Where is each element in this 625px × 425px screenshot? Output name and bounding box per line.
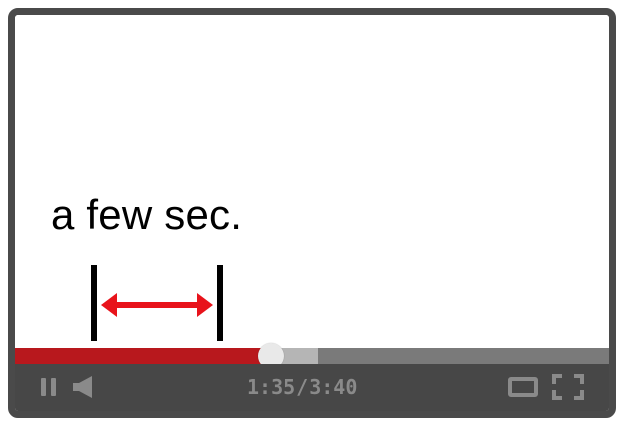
video-player: a few sec. 1:35/3:40 — [8, 8, 616, 418]
arrow-head-left — [101, 293, 117, 317]
progress-played — [15, 348, 271, 364]
annotation-label: a few sec. — [51, 191, 243, 238]
video-viewport[interactable]: a few sec. — [15, 15, 609, 348]
volume-button[interactable] — [70, 372, 100, 402]
fullscreen-icon — [552, 374, 584, 400]
time-display: 1:35/3:40 — [247, 374, 357, 400]
time-current: 1:35 — [247, 375, 296, 399]
fullscreen-button[interactable] — [551, 372, 585, 402]
pause-icon — [41, 378, 56, 396]
theater-mode-button[interactable] — [507, 372, 539, 402]
pause-button[interactable] — [37, 372, 61, 402]
duration-bracket-arrow — [91, 265, 223, 341]
progress-bar[interactable] — [15, 343, 609, 369]
theater-mode-icon — [508, 377, 538, 397]
time-separator: / — [296, 375, 309, 399]
bracket-left-bar — [91, 265, 97, 341]
volume-icon — [73, 376, 92, 398]
time-total: 3:40 — [309, 375, 358, 399]
arrow-head-right — [197, 293, 213, 317]
bracket-right-bar — [217, 265, 223, 341]
control-bar: 1:35/3:40 — [15, 364, 609, 411]
